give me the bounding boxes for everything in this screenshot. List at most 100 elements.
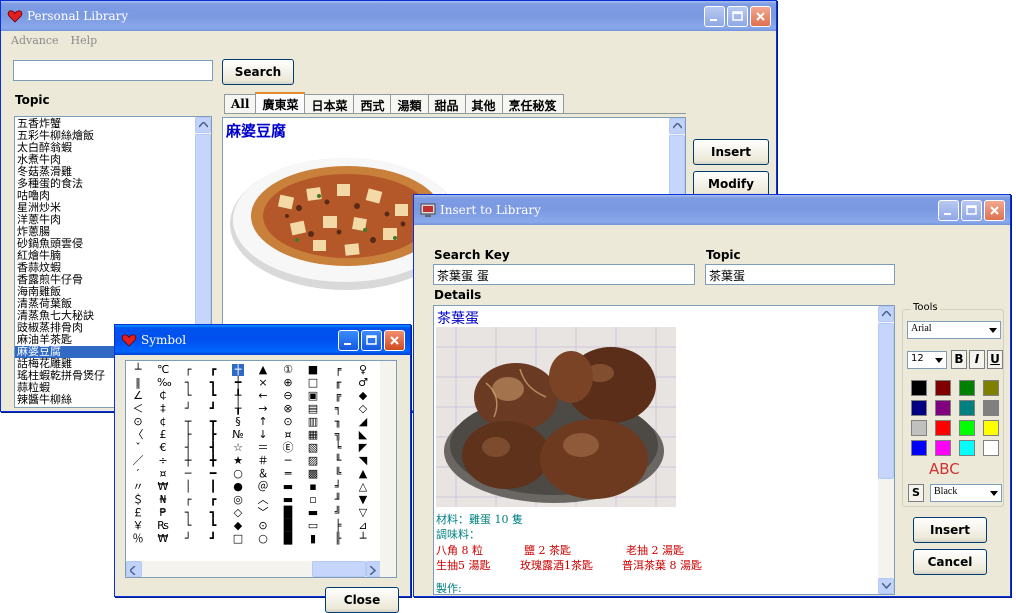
symbol-cell[interactable]: ⊗ [282,403,294,415]
symbol-cell[interactable]: ╕ [332,403,344,415]
color-swatch[interactable] [935,400,951,416]
symbol-cell[interactable]: ╋ [207,455,219,467]
symbol-cell[interactable]: ■ [307,364,319,376]
symbol-cell[interactable]: ╚ [332,468,344,480]
symbol-cell[interactable]: ┳ [207,416,219,428]
symbol-cell[interactable]: ＄ [132,494,144,506]
symbol-cell[interactable]: ┿ [232,377,244,389]
symbol-cell[interactable]: ▬ [307,507,319,519]
symbol-cell[interactable]: ┬ [182,416,194,428]
main-insert-button[interactable]: Insert [693,139,769,165]
menu-help[interactable]: Help [71,34,98,51]
scroll-thumb[interactable] [669,135,685,195]
symbol-cell[interactable]: ₩ [157,481,169,493]
main-title-bar[interactable]: Personal Library [1,1,776,31]
symbol-cell[interactable]: ▬ [282,481,294,493]
symbol-cell[interactable]: ╝ [332,507,344,519]
tab-cantonese[interactable]: 廣東菜 [255,92,306,113]
minimize-button[interactable] [704,6,725,27]
color-swatch[interactable] [911,440,927,456]
font-select[interactable]: Arial [907,321,1001,339]
search-button[interactable]: Search [222,59,294,85]
symbol-cell[interactable]: ╀ [232,390,244,402]
symbol-cell[interactable]: ┛ [207,533,219,545]
scroll-up-button[interactable] [878,306,894,322]
symbol-cell[interactable]: └ [182,390,194,402]
color-swatch[interactable] [959,380,975,396]
symbol-cell[interactable]: ╟ [332,533,344,545]
color-select[interactable]: Black [930,484,1002,502]
symbol-cell[interactable]: ▽ [357,507,369,519]
search-key-input[interactable]: 茶葉蛋 蛋 [433,264,695,285]
symbol-cell[interactable]: ╓ [332,377,344,389]
symbol-cell[interactable]: ▦ [307,429,319,441]
symbol-cell[interactable]: ╞ [332,520,344,532]
symbol-cell[interactable]: ┏ [207,494,219,506]
symbol-cell[interactable]: ┼ [232,364,244,376]
symbol-cell[interactable]: ┐ [182,507,194,519]
symbol-cell[interactable]: ← [257,390,269,402]
symbol-cell[interactable]: × [257,377,269,389]
symbol-cell[interactable]: ℃ [157,364,169,376]
underline-button[interactable]: U [987,350,1003,369]
symbol-cell[interactable]: ┴ [132,364,144,376]
symbol-cell[interactable]: ┘ [182,403,194,415]
symbol-cell[interactable]: ┘ [182,533,194,545]
symbol-cell[interactable]: ︿ [257,494,269,506]
close-button[interactable] [750,6,771,27]
symbol-cell[interactable]: ◥ [357,455,369,467]
minimize-button[interactable] [338,330,359,351]
symbol-cell[interactable]: ┃ [207,481,219,493]
symbol-cell[interactable]: ￠ [157,390,169,402]
tab-cooking-tips[interactable]: 烹任秘笈 [501,94,564,113]
symbol-cell[interactable]: ├ [182,429,194,441]
tab-others[interactable]: 其他 [464,94,503,113]
symbol-cell[interactable]: ◆ [357,390,369,402]
symbol-cell[interactable]: ▲ [357,468,369,480]
symbol-cell[interactable]: ♂ [357,377,369,389]
symbol-cell[interactable]: ▧ [307,442,319,454]
symbol-cell[interactable]: ╖ [332,416,344,428]
symbol-cell[interactable]: ⊖ [282,390,294,402]
symbol-cell[interactable]: № [232,429,244,441]
symbol-cell[interactable]: 〃 [132,481,144,493]
tab-dessert[interactable]: 甜品 [427,94,466,113]
color-swatch[interactable] [935,420,951,436]
scroll-thumb[interactable] [312,561,366,577]
color-swatch[interactable] [911,400,927,416]
size-select[interactable]: 12 [907,351,947,369]
symbol-cell[interactable]: █ [282,507,294,519]
maximize-button[interactable] [727,6,748,27]
symbol-cell[interactable]: ╘ [332,442,344,454]
symbol-cell[interactable]: ┌ [182,364,194,376]
symbol-cell[interactable]: ＝ [257,442,269,454]
symbol-close-button[interactable]: Close [325,587,399,613]
symbol-title-bar[interactable]: Symbol [115,325,410,355]
symbol-cell[interactable]: ◣ [357,429,369,441]
symbol-cell[interactable]: ★ [232,455,244,467]
symbol-cell[interactable]: ◤ [357,442,369,454]
color-swatch[interactable] [935,440,951,456]
close-button[interactable] [984,200,1005,221]
symbol-cell[interactable]: ┴ [357,533,369,545]
symbol-cell[interactable]: ⊙ [257,520,269,532]
tab-western[interactable]: 西式 [353,94,392,113]
menu-advance[interactable]: Advance [11,34,59,51]
symbol-cell[interactable]: Ⓔ [282,442,294,454]
symbol-cell[interactable]: ▤ [307,403,319,415]
symbol-cell[interactable]: ₨ [157,520,169,532]
symbol-cell[interactable]: ↑ [257,416,269,428]
close-button[interactable] [384,330,405,351]
symbol-cell[interactable]: ┏ [207,364,219,376]
symbol-cell[interactable]: ÷ [157,455,169,467]
tab-all[interactable]: All [224,94,257,113]
symbol-cell[interactable]: ╗ [332,429,344,441]
details-scrollbar[interactable] [878,306,894,594]
symbol-cell[interactable]: ＆ [257,468,269,480]
symbol-cell[interactable]: ─ [282,455,294,467]
details-editor[interactable]: 茶葉蛋 材料：雞蛋 10 隻 調味料： 八角 8 粒 鹽 2 茶匙 老抽 2 湯… [433,305,895,595]
symbol-cell[interactable]: ○ [257,533,269,545]
symbol-cell[interactable]: ╜ [332,494,344,506]
symbol-cell[interactable]: ┌ [182,494,194,506]
symbol-cell[interactable]: ╒ [332,364,344,376]
